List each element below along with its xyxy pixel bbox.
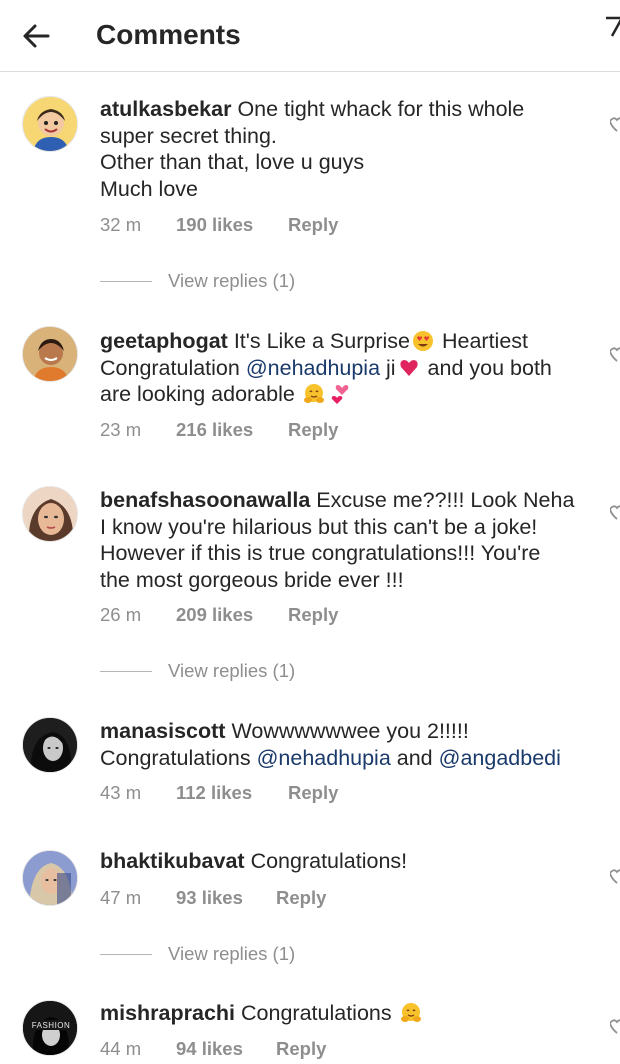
replies-divider-line [100, 671, 152, 672]
comment-text: bhaktikubavat Congratulations! [100, 848, 590, 875]
comment-line: Congratulations! [250, 849, 408, 873]
like-heart-icon[interactable] [610, 346, 620, 362]
send-icon[interactable] [604, 14, 620, 38]
comment-line: and you both [421, 355, 552, 380]
mention-link[interactable]: @nehadhupia [257, 746, 391, 770]
comment-time: 43 m [100, 782, 142, 803]
comment-time: 23 m [100, 419, 142, 440]
comment-time: 44 m [100, 1038, 142, 1059]
comment-line: the most gorgeous bride ever !!! [100, 567, 404, 592]
comment-likes[interactable]: 94 likes [176, 1038, 276, 1060]
reply-button[interactable]: Reply [288, 214, 338, 236]
mention-link[interactable]: @nehadhupia [246, 356, 380, 380]
comment-username[interactable]: bhaktikubavat [100, 849, 245, 873]
like-heart-icon[interactable] [610, 116, 620, 132]
replies-divider-line [100, 954, 152, 955]
like-heart-icon[interactable] [610, 504, 620, 520]
comment-line: Wowwwwwwee you 2!!!!! [231, 719, 469, 743]
avatar[interactable] [22, 326, 78, 382]
comment-text: atulkasbekar One tight whack for this wh… [100, 96, 590, 202]
reply-button[interactable]: Reply [288, 604, 338, 626]
comment-line: super secret thing. [100, 123, 277, 148]
comment-line: Much love [100, 176, 198, 201]
view-replies-label: View replies (1) [168, 270, 296, 291]
comment-meta: 47 m 93 likes Reply [100, 887, 326, 909]
avatar[interactable] [22, 96, 78, 152]
comment-meta: 26 m 209 likes Reply [100, 604, 338, 626]
comment-line: Congratulation [100, 355, 246, 380]
comment-line: and [390, 745, 439, 770]
comment-text: manasiscott Wowwwwwwee you 2!!!!! Congra… [100, 718, 590, 771]
reply-button[interactable]: Reply [288, 782, 338, 804]
header-bar: Comments [0, 0, 620, 72]
comment-likes[interactable]: 190 likes [176, 214, 288, 236]
avatar[interactable]: FASHION [22, 1000, 78, 1056]
hugging-emoji-icon [400, 1003, 421, 1022]
avatar[interactable] [22, 486, 78, 542]
comment-line: Heartiest [436, 329, 529, 353]
avatar-fashion-label: FASHION [32, 1021, 71, 1030]
comment-time: 47 m [100, 887, 142, 908]
comment-username[interactable]: geetaphogat [100, 329, 228, 353]
comment-text: geetaphogat It's Like a Surprise Heartie… [100, 328, 590, 408]
mention-link[interactable]: @angadbedi [439, 746, 561, 770]
comment-meta: 23 m 216 likes Reply [100, 419, 338, 441]
reply-button[interactable]: Reply [276, 1038, 326, 1060]
page-title: Comments [96, 19, 241, 50]
back-arrow-icon[interactable] [18, 18, 54, 54]
heart-emoji-icon [400, 359, 418, 376]
comment-username[interactable]: atulkasbekar [100, 97, 231, 121]
comment-line: are looking adorable [100, 382, 301, 406]
avatar[interactable] [22, 850, 78, 906]
comment-meta: 43 m 112 likes Reply [100, 782, 338, 804]
like-heart-icon[interactable] [610, 1018, 620, 1034]
avatar[interactable] [22, 717, 78, 773]
comment-likes[interactable]: 209 likes [176, 604, 288, 626]
replies-divider-line [100, 281, 152, 282]
comment-line: However if this is true congratulations!… [100, 541, 541, 565]
comment-line: Congratulations [100, 745, 257, 770]
comment-username[interactable]: benafshasoonawalla [100, 488, 310, 512]
comment-time: 32 m [100, 214, 142, 235]
reply-button[interactable]: Reply [288, 419, 338, 441]
reply-button[interactable]: Reply [276, 887, 326, 909]
comment-username[interactable]: mishraprachi [100, 1001, 235, 1025]
comment-text: benafshasoonawalla Excuse me??!!! Look N… [100, 487, 590, 593]
comment-meta: 44 m 94 likes Reply [100, 1038, 326, 1060]
comment-username[interactable]: manasiscott [100, 719, 225, 743]
view-replies-label: View replies (1) [168, 660, 296, 681]
heart-eyes-emoji-icon [413, 331, 433, 351]
comment-time: 26 m [100, 604, 142, 625]
comment-meta: 32 m 190 likes Reply [100, 214, 338, 236]
comment-likes[interactable]: 112 likes [176, 782, 288, 804]
comment-line: Congratulations [241, 1001, 398, 1025]
comment-likes[interactable]: 216 likes [176, 419, 288, 441]
view-replies-label: View replies (1) [168, 943, 296, 964]
like-heart-icon[interactable] [610, 868, 620, 884]
comment-likes[interactable]: 93 likes [176, 887, 276, 909]
comment-text: mishraprachi Congratulations [100, 1000, 590, 1027]
comment-line: Excuse me??!!! Look Neha [316, 488, 575, 512]
comment-line: I know you're hilarious but this can't b… [100, 514, 538, 539]
two-hearts-emoji-icon [331, 385, 349, 404]
comment-line: It's Like a Surprise [233, 329, 410, 353]
comment-line: ji [380, 355, 396, 380]
comment-line: One tight whack for this whole [237, 97, 525, 121]
comment-line: Other than that, love u guys [100, 150, 365, 174]
hugging-emoji-icon [303, 384, 324, 403]
